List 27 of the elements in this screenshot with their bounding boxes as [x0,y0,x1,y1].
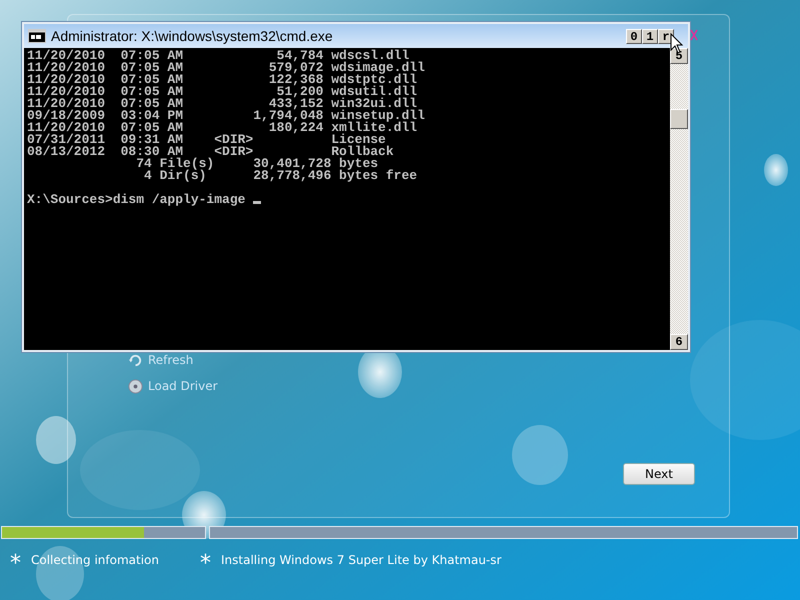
step-label: Collecting infomation [31,552,159,569]
console-line: 11/20/2010 07:05 AM 51,200 wdsutil.dll [27,84,418,99]
console-line: X:\Sources>dism /apply-image [27,192,246,207]
scroll-thumb[interactable] [670,109,688,129]
console-line: 11/20/2010 07:05 AM 54,784 wdscsl.dll [27,48,410,63]
console-line: 08/13/2012 08:30 AM <DIR> Rollback [27,144,394,159]
console-line: 11/20/2010 07:05 AM 122,368 wdstptc.dll [27,72,418,87]
console-line: 07/31/2011 09:31 AM <DIR> License [27,132,386,147]
console-line: 09/18/2009 03:04 PM 1,794,048 winsetup.dll [27,108,425,123]
console-line: 74 File(s) 30,401,728 bytes [135,156,378,171]
step-label: Installing Windows 7 Super Lite by Khatmau-sr [221,552,502,569]
title-bar-button[interactable]: 1 [642,28,658,44]
refresh-icon [128,352,143,368]
console-line: 11/20/2010 07:05 AM 579,072 wdsimage.dll [27,60,425,75]
console-icon [28,29,46,43]
link-label: Load Driver [148,378,218,395]
link-label: Refresh [148,352,194,369]
console-line: 11/20/2010 07:05 AM 180,224 xmllite.dll [27,120,418,135]
console-line: 11/20/2010 07:05 AM 433,152 win32ui.dll [27,96,418,111]
disc-icon [128,378,143,394]
title-bar-button[interactable]: 0 [626,28,642,44]
step-marker: * [10,553,21,575]
text-cursor [253,201,262,204]
step-marker: * [200,553,211,575]
scroll-down-button[interactable]: 6 [670,334,688,350]
next-button[interactable]: Next [623,463,695,485]
window-title: Administrator: X:\windows\system32\cmd.exe [51,26,333,46]
